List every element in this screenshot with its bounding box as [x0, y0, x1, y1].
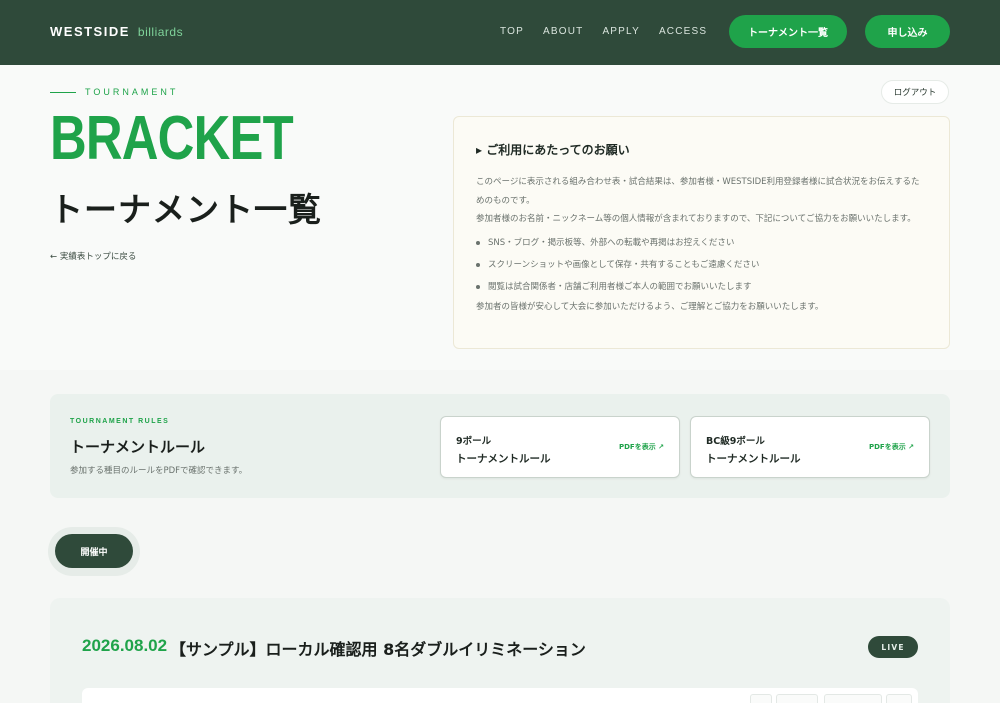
- pdf-link[interactable]: PDFを表示 ↗: [869, 442, 914, 452]
- tournament-name: 【サンプル】ローカル確認用 8名ダブルイリミネーション: [170, 640, 586, 659]
- rules-description: 参加する種目のルールをPDFで確認できます。: [70, 466, 248, 476]
- rule-card-game: 9ボール: [456, 436, 492, 447]
- pdf-link[interactable]: PDFを表示 ↗: [619, 442, 664, 452]
- back-to-top-link[interactable]: ← 実績表トップに戻る: [50, 250, 136, 262]
- tournament-date: 2026.08.02: [82, 636, 168, 655]
- eyebrow-text: TOURNAMENT: [85, 87, 179, 97]
- nav-top[interactable]: TOP: [500, 26, 524, 37]
- notice-list-item: SNS・ブログ・掲示板等、外部への転載や再掲はお控えください: [476, 232, 927, 254]
- bullet-icon: [476, 284, 480, 289]
- bracket-control[interactable]: [776, 694, 818, 703]
- bracket-control[interactable]: [750, 694, 772, 703]
- tournament-card[interactable]: 2026.08.02 【サンプル】ローカル確認用 8名ダブルイリミネーション L…: [50, 598, 950, 703]
- nav-about[interactable]: ABOUT: [543, 26, 583, 37]
- in-progress-tab[interactable]: 開催中: [55, 534, 133, 568]
- rule-card-game: BC級9ボール: [706, 436, 765, 447]
- bracket-control[interactable]: [886, 694, 912, 703]
- site-header: WESTSIDE billiards TOP ABOUT APPLY ACCES…: [0, 0, 1000, 65]
- rule-card-9ball[interactable]: 9ボール トーナメントルール PDFを表示 ↗: [440, 416, 680, 478]
- notice-list: SNS・ブログ・掲示板等、外部への転載や再掲はお控えください スクリーンショット…: [476, 232, 927, 298]
- logout-button[interactable]: ログアウト: [881, 80, 949, 104]
- rule-card-label: トーナメントルール: [706, 453, 801, 465]
- apply-button[interactable]: 申し込み: [865, 15, 950, 48]
- main-nav: TOP ABOUT APPLY ACCESS: [500, 26, 707, 37]
- nav-access[interactable]: ACCESS: [659, 26, 707, 37]
- tournament-list-button[interactable]: トーナメント一覧: [729, 15, 847, 48]
- bullet-icon: [476, 240, 480, 245]
- notice-intro-1: このページに表示される組み合わせ表・試合結果は、参加者様・WESTSIDE利用登…: [476, 177, 920, 206]
- bullet-icon: [476, 262, 480, 267]
- notice-intro-2: 参加者様のお名前・ニックネーム等の個人情報が含まれておりますので、下記についてご…: [476, 214, 916, 224]
- bracket-control[interactable]: [824, 694, 882, 703]
- usage-notice: ▸ ご利用にあたってのお願い このページに表示される組み合わせ表・試合結果は、参…: [453, 116, 950, 349]
- hero-eyebrow: TOURNAMENT: [50, 87, 178, 97]
- site-logo[interactable]: WESTSIDE billiards: [50, 24, 183, 39]
- brand-subtitle: billiards: [137, 25, 184, 39]
- page-title-en: BRACKET: [50, 104, 294, 173]
- rule-card-bc-9ball[interactable]: BC級9ボール トーナメントルール PDFを表示 ↗: [690, 416, 930, 478]
- rules-eyebrow: TOURNAMENT RULES: [70, 418, 170, 425]
- rule-card-label: トーナメントルール: [456, 453, 551, 465]
- nav-apply[interactable]: APPLY: [602, 26, 640, 37]
- tournament-rules-panel: TOURNAMENT RULES トーナメントルール 参加する種目のルールをPD…: [50, 394, 950, 498]
- notice-list-item: スクリーンショットや画像として保存・共有することもご遠慮ください: [476, 254, 927, 276]
- notice-list-item: 閲覧は試合関係者・店舗ご利用者様ご本人の範囲でお願いいたします: [476, 276, 927, 298]
- eyebrow-divider: [50, 91, 76, 93]
- live-badge: LIVE: [868, 636, 918, 658]
- brand-name: WESTSIDE: [50, 24, 130, 39]
- rules-title: トーナメントルール: [70, 438, 206, 456]
- notice-title: ▸ ご利用にあたってのお願い: [476, 143, 630, 157]
- status-filter: 開催中: [48, 527, 140, 576]
- bracket-panel: [82, 688, 918, 703]
- page-title: トーナメント一覧: [50, 190, 322, 229]
- notice-closing: 参加者の皆様が安心して大会に参加いただけるよう、ご理解とご協力をお願いいたします…: [476, 301, 824, 312]
